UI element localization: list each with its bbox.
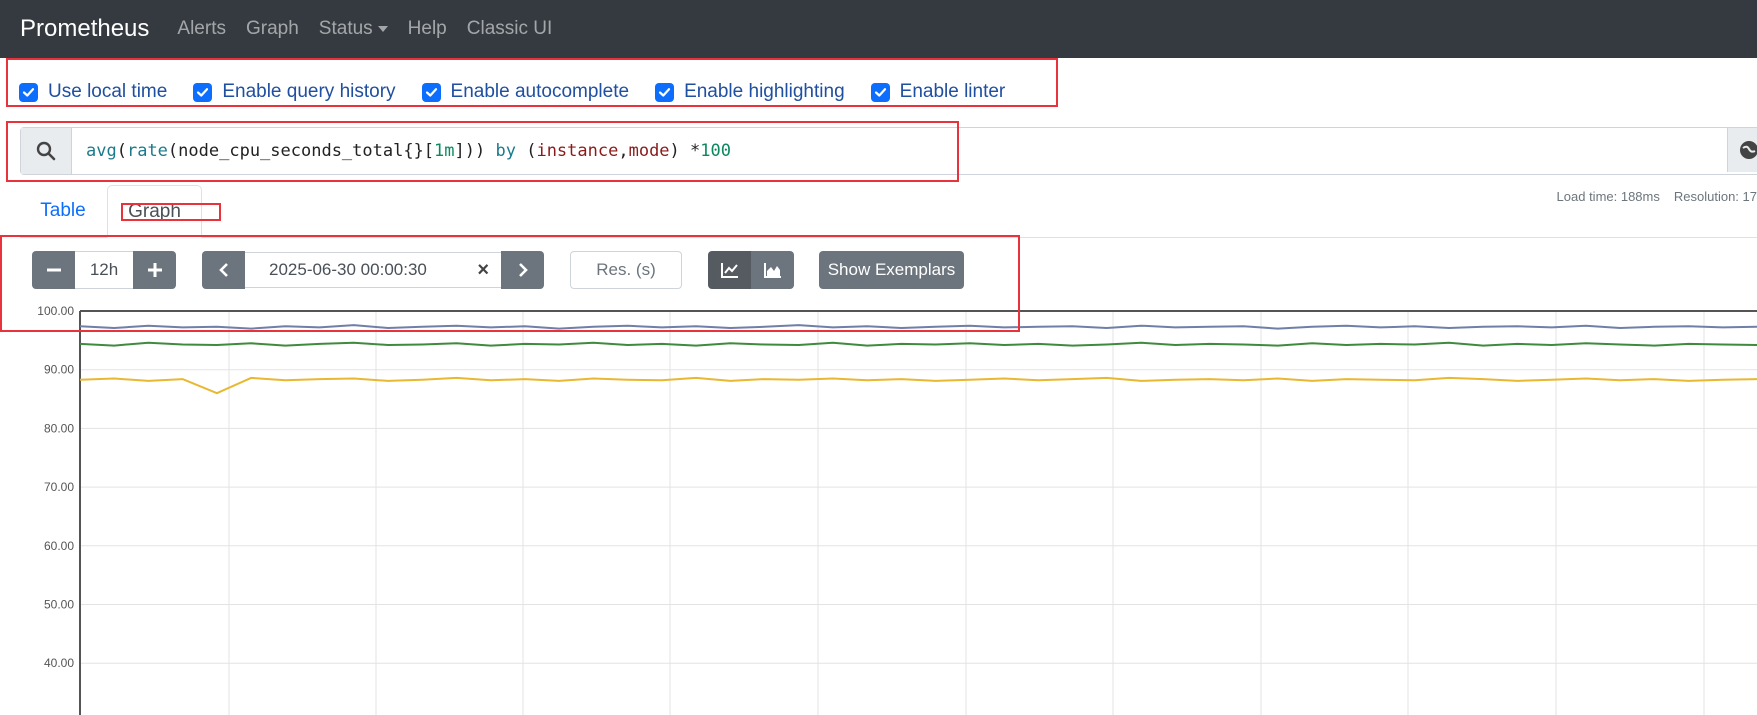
y-tick-label: 40.00 (44, 656, 74, 670)
y-tick-label: 50.00 (44, 598, 74, 612)
y-tick-label: 80.00 (44, 421, 74, 435)
y-tick-label: 90.00 (44, 363, 74, 377)
y-tick-label: 60.00 (44, 539, 74, 553)
series-line-1 (79, 341, 1757, 347)
series-line-2 (79, 376, 1757, 395)
series-line-0 (79, 324, 1757, 330)
y-tick-label: 70.00 (44, 480, 74, 494)
graph-chart: 100.00 90.00 80.00 70.00 60.00 50.00 40.00 (37, 304, 1757, 715)
y-tick-label: 100.00 (37, 304, 74, 318)
